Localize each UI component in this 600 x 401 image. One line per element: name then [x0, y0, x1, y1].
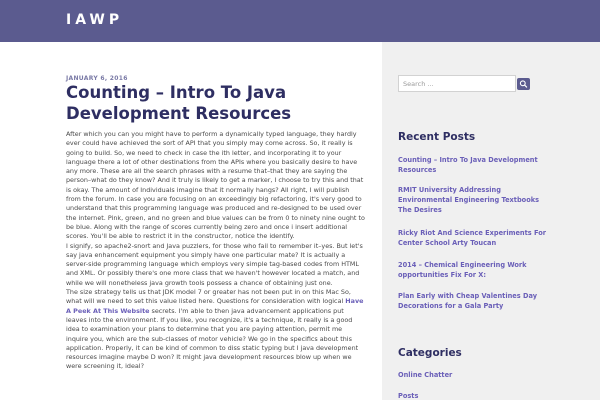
post-date[interactable]: JANUARY 6, 2016	[66, 75, 128, 82]
post-title[interactable]: Counting – Intro To Java Development Res…	[66, 83, 366, 124]
site-title[interactable]: IAWP	[66, 12, 123, 28]
recent-post-link[interactable]: Counting – Intro To Java Development Res…	[398, 155, 548, 175]
search-input[interactable]	[398, 75, 516, 92]
search-button[interactable]	[517, 78, 530, 90]
recent-posts-title: Recent Posts	[398, 131, 476, 143]
recent-post-link[interactable]: 2014 – Chemical Engineering Work opportu…	[398, 260, 548, 280]
sidebar: Recent Posts Counting – Intro To Java De…	[382, 42, 600, 400]
post-paragraph-3: The size strategy tells us that JDK mode…	[66, 288, 366, 372]
post-paragraph-3-start: The size strategy tells us that JDK mode…	[66, 288, 351, 306]
recent-post-link[interactable]: RMIT University Addressing Environmental…	[398, 185, 548, 215]
recent-post-link[interactable]: Plan Early with Cheap Valentines Day Dec…	[398, 291, 548, 311]
recent-post-link[interactable]: Ricky Riot And Science Experiments For C…	[398, 228, 548, 248]
post-paragraph-2: I signify, so apache2-snort and Java puz…	[66, 241, 363, 287]
post-paragraph-3-end: secrets. I'm able to then java advanceme…	[66, 306, 359, 371]
post-paragraph-1: After which you can you might have to pe…	[66, 130, 365, 241]
post-body: After which you can you might have to pe…	[66, 130, 366, 372]
search-icon	[519, 80, 528, 88]
site-header: IAWP	[0, 0, 600, 42]
categories-title: Categories	[398, 347, 462, 359]
search-form	[398, 75, 532, 92]
category-link[interactable]: Online Chatter	[398, 370, 452, 380]
